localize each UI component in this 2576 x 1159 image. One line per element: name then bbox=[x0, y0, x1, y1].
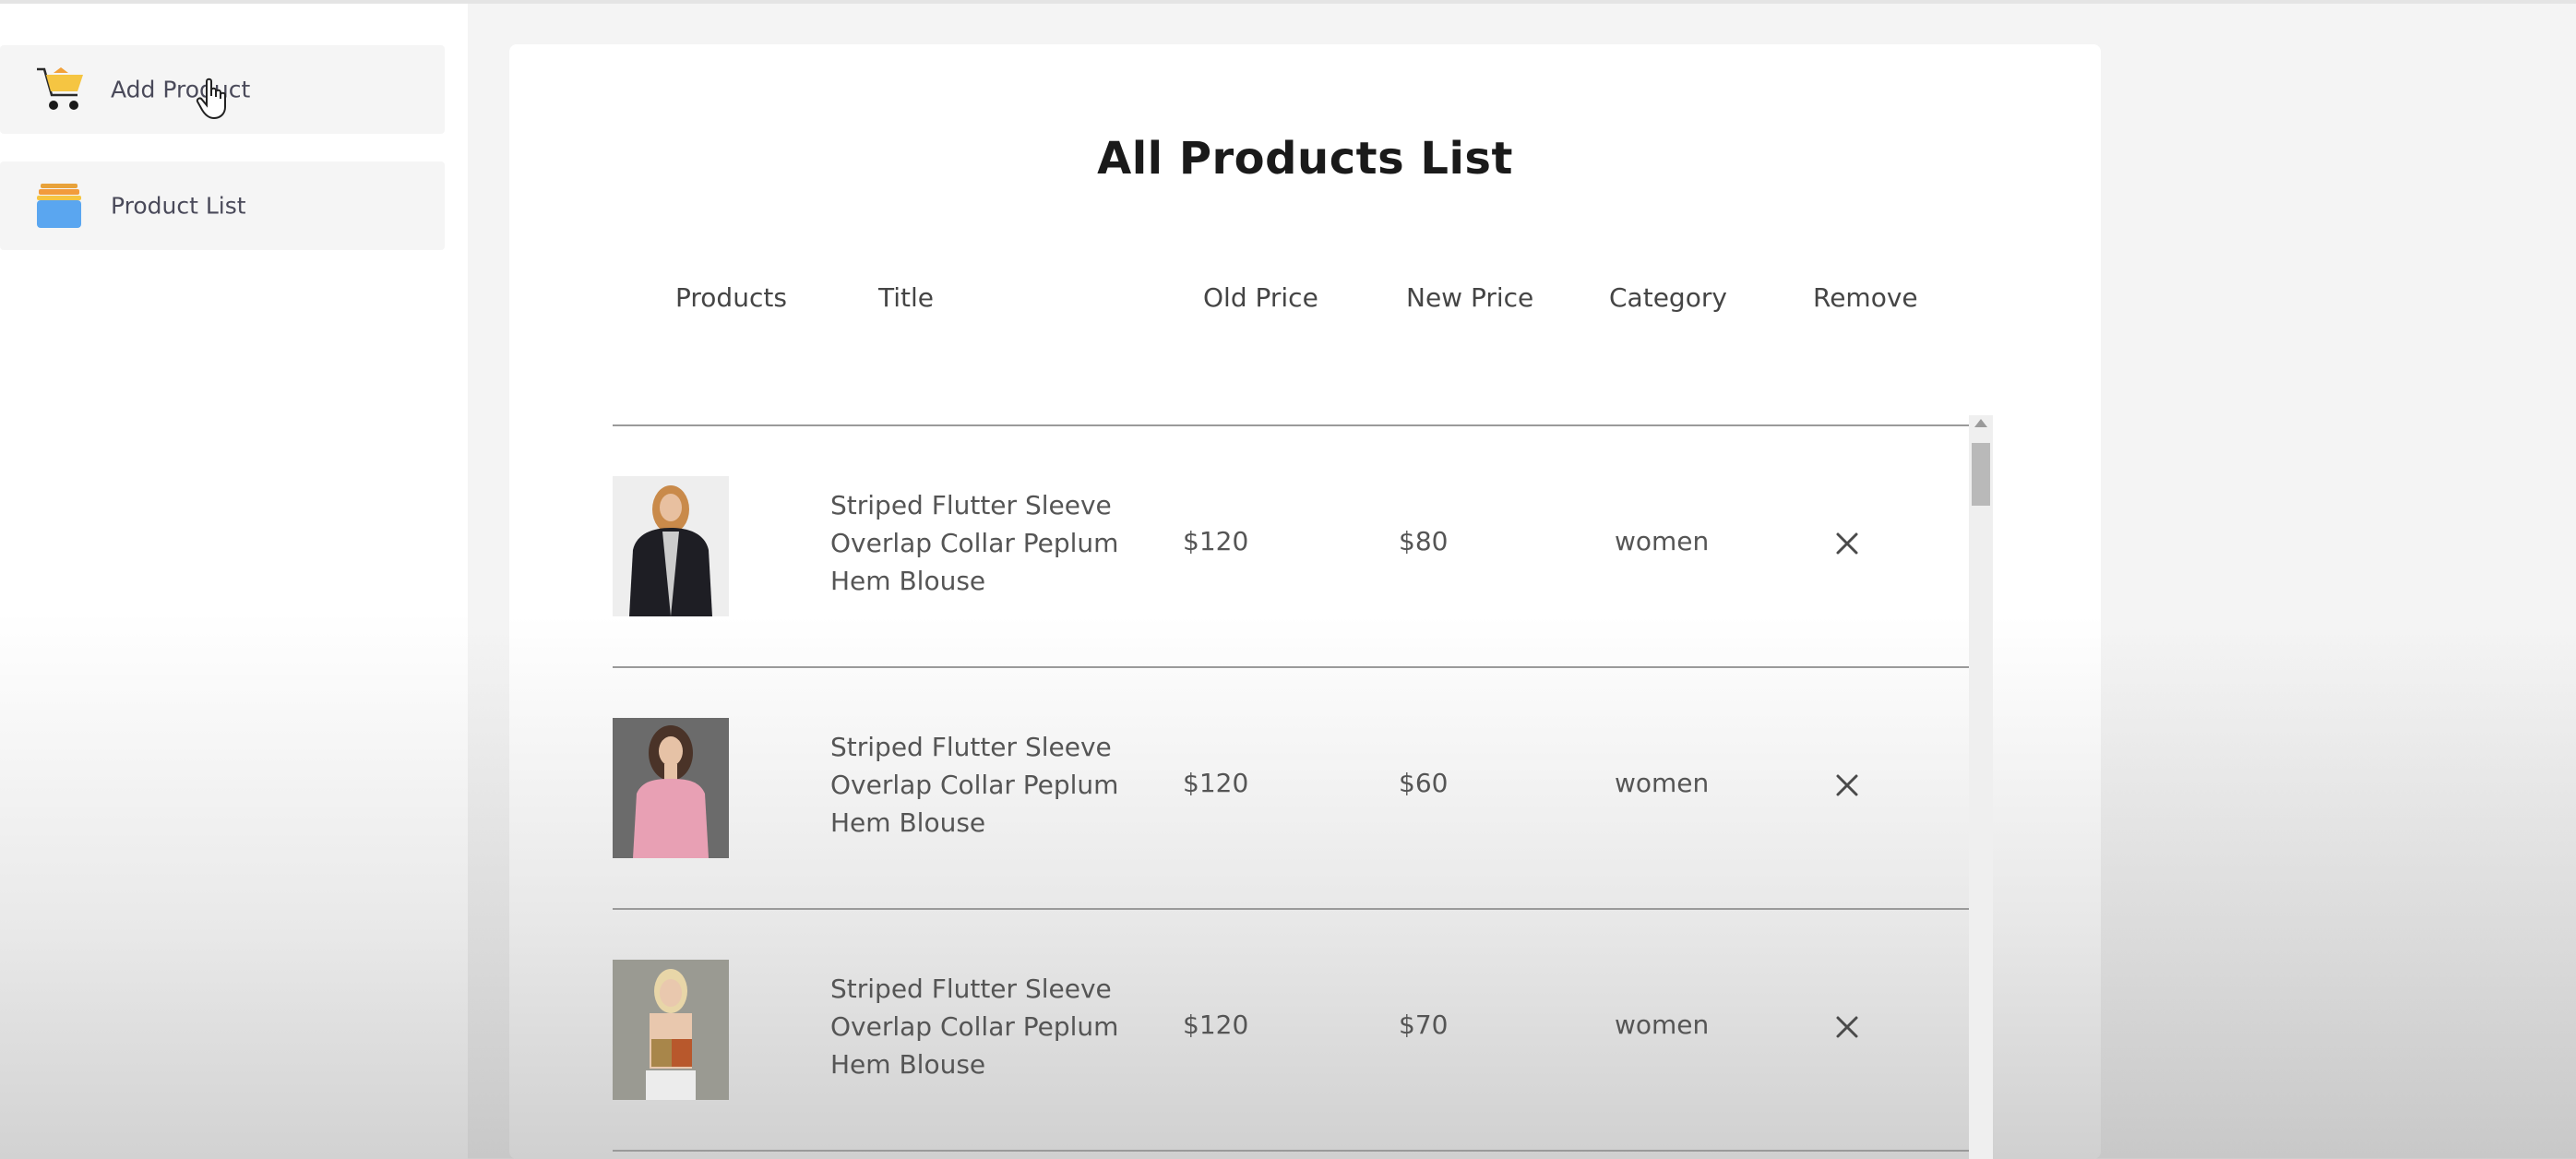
product-category: women bbox=[1615, 1010, 1710, 1040]
sidebar: Add Product Product List bbox=[0, 4, 468, 1159]
product-new-price: $70 bbox=[1399, 1010, 1449, 1040]
column-header-remove: Remove bbox=[1813, 282, 1918, 313]
product-new-price: $60 bbox=[1399, 768, 1449, 798]
close-icon[interactable] bbox=[1831, 769, 1864, 802]
table-scrollbar[interactable] bbox=[1969, 415, 1993, 1159]
close-icon[interactable] bbox=[1831, 527, 1864, 560]
product-title: Striped Flutter Sleeve Overlap Collar Pe… bbox=[830, 490, 1119, 596]
product-list-icon bbox=[37, 184, 81, 228]
product-category: women bbox=[1615, 526, 1710, 556]
table-row: Striped Flutter Sleeve Overlap Collar Pe… bbox=[613, 909, 1969, 1151]
product-old-price: $120 bbox=[1183, 1010, 1249, 1040]
product-table[interactable]: Striped Flutter Sleeve Overlap Collar Pe… bbox=[613, 378, 1993, 1159]
column-header-title: Title bbox=[878, 282, 935, 313]
scrollbar-thumb[interactable] bbox=[1972, 443, 1990, 506]
product-new-price: $80 bbox=[1399, 526, 1449, 556]
column-header-old-price: Old Price bbox=[1203, 282, 1318, 313]
column-header-products: Products bbox=[675, 282, 787, 313]
product-list-panel: All Products List Products Title Old Pri… bbox=[509, 44, 2101, 1159]
product-image bbox=[613, 476, 729, 616]
product-image bbox=[613, 718, 729, 858]
product-old-price: $120 bbox=[1183, 768, 1249, 798]
product-image bbox=[613, 960, 729, 1100]
product-title: Striped Flutter Sleeve Overlap Collar Pe… bbox=[830, 974, 1119, 1080]
product-old-price: $120 bbox=[1183, 526, 1249, 556]
hand-cursor-icon bbox=[196, 78, 226, 120]
product-title: Striped Flutter Sleeve Overlap Collar Pe… bbox=[830, 732, 1119, 838]
table-row: Striped Flutter Sleeve Overlap Collar Pe… bbox=[613, 425, 1969, 667]
column-header-category: Category bbox=[1609, 282, 1727, 313]
row-divider bbox=[613, 1150, 1969, 1152]
sidebar-item-label: Product List bbox=[111, 192, 246, 220]
product-category: women bbox=[1615, 768, 1710, 798]
sidebar-item-product-list[interactable]: Product List bbox=[0, 161, 445, 250]
cart-icon bbox=[37, 67, 83, 110]
close-icon[interactable] bbox=[1831, 1010, 1864, 1044]
table-row: Striped Flutter Sleeve Overlap Collar Pe… bbox=[613, 667, 1969, 909]
page-title: All Products List bbox=[1097, 133, 1513, 185]
column-header-new-price: New Price bbox=[1406, 282, 1534, 313]
scroll-up-arrow-icon[interactable] bbox=[1974, 419, 1987, 427]
